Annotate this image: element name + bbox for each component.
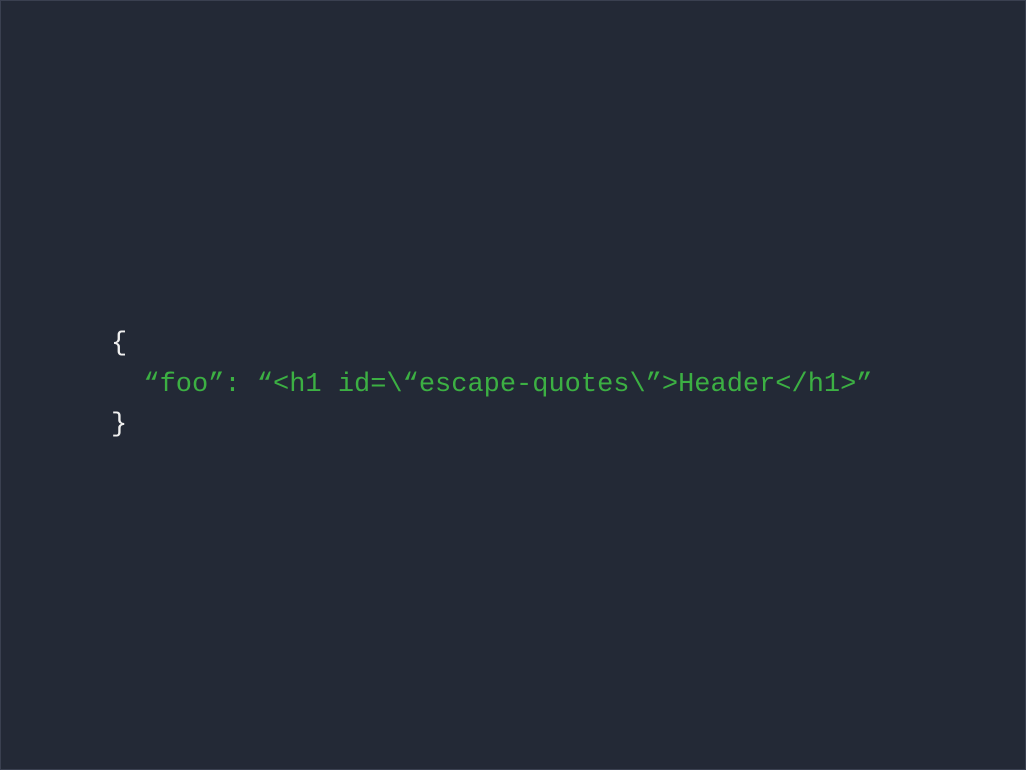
code-line-1: { bbox=[111, 324, 873, 365]
code-line-2: “foo”: “<h1 id=\“escape-quotes\”>Header<… bbox=[111, 365, 873, 406]
colon-separator: : bbox=[224, 370, 256, 400]
code-block: { “foo”: “<h1 id=\“escape-quotes\”>Heade… bbox=[111, 324, 873, 446]
json-value: “<h1 id=\“escape-quotes\”>Header</h1>” bbox=[257, 370, 873, 400]
open-brace: { bbox=[111, 329, 127, 359]
code-line-3: } bbox=[111, 405, 873, 446]
close-brace: } bbox=[111, 410, 127, 440]
json-key: “foo” bbox=[143, 370, 224, 400]
